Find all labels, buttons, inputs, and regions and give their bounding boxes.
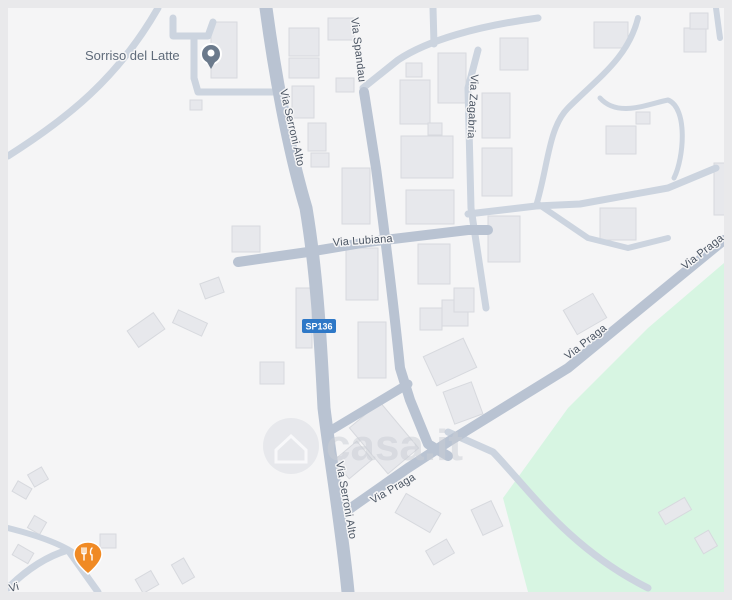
- building: [11, 543, 35, 565]
- house-icon: [263, 418, 319, 474]
- road: [190, 74, 282, 96]
- building: [11, 480, 33, 500]
- building: [26, 466, 50, 488]
- building: [134, 569, 160, 592]
- building: [288, 27, 320, 57]
- building: [689, 12, 709, 30]
- building: [307, 122, 327, 152]
- building: [683, 27, 707, 53]
- road: [8, 8, 162, 160]
- building: [288, 57, 320, 79]
- building: [357, 321, 387, 379]
- building: [437, 52, 467, 104]
- building: [99, 533, 117, 549]
- street-label-via-praga-partial: Via Praga: [679, 232, 724, 273]
- building: [593, 21, 629, 49]
- building: [199, 276, 225, 300]
- building: [405, 189, 455, 225]
- building: [335, 77, 355, 93]
- map-canvas[interactable]: casa.it Via Serroni Alto Via Serroni Alt…: [8, 8, 724, 592]
- building: [341, 167, 371, 225]
- location-pin-icon-dot: [207, 49, 215, 57]
- building: [405, 62, 423, 78]
- map-svg[interactable]: casa.it Via Serroni Alto Via Serroni Alt…: [8, 8, 724, 592]
- road-shield-label: SP136: [305, 322, 332, 332]
- building: [259, 361, 285, 385]
- park-area: [503, 263, 724, 592]
- map-frame: casa.it Via Serroni Alto Via Serroni Alt…: [0, 0, 732, 600]
- poi-label[interactable]: Sorriso del Latte: [84, 47, 182, 65]
- road-shield-sp136: SP136: [302, 319, 336, 333]
- building: [470, 499, 504, 537]
- building: [599, 207, 637, 241]
- road: [713, 8, 723, 41]
- building: [419, 307, 443, 331]
- building: [310, 152, 330, 168]
- watermark-text: casa.it: [326, 421, 463, 470]
- building: [295, 287, 313, 349]
- building: [424, 538, 456, 566]
- building: [481, 92, 511, 139]
- building: [399, 79, 431, 125]
- building: [499, 37, 529, 71]
- poi-sorriso-del-latte[interactable]: Sorriso del Latte: [84, 43, 222, 69]
- building: [126, 311, 166, 349]
- watermark: casa.it: [263, 418, 463, 474]
- building: [442, 381, 484, 425]
- building: [170, 557, 196, 585]
- street-label-via-spandau: Via Spandau: [348, 17, 368, 83]
- building: [231, 225, 261, 253]
- building: [400, 135, 454, 179]
- building: [453, 287, 475, 313]
- building: [345, 247, 379, 301]
- building: [171, 309, 209, 337]
- road: [533, 15, 641, 209]
- building: [417, 243, 451, 285]
- building: [635, 111, 651, 125]
- building: [481, 147, 513, 197]
- building: [487, 215, 521, 263]
- building: [394, 492, 442, 534]
- building: [427, 122, 443, 136]
- building: [605, 125, 637, 155]
- building: [422, 337, 478, 387]
- building: [189, 99, 203, 111]
- road: [429, 8, 438, 48]
